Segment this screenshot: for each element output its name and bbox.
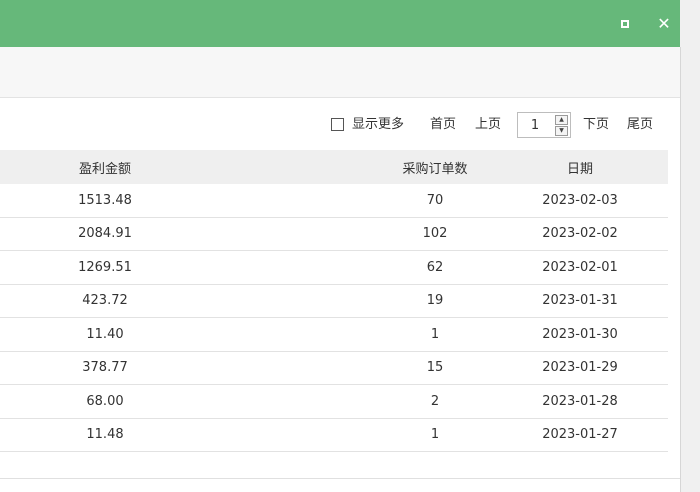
table-row[interactable]: 11.40 1 2023-01-30 xyxy=(0,318,668,352)
table-row[interactable]: 2084.91 102 2023-02-02 xyxy=(0,218,668,251)
orders-cell: 1 xyxy=(430,427,440,443)
column-header-date[interactable]: 日期 xyxy=(505,150,655,184)
spin-up-icon[interactable]: ▲ xyxy=(555,115,568,125)
orders-cell: 102 xyxy=(422,226,448,242)
orders-cell: 19 xyxy=(426,293,444,309)
maximize-button[interactable] xyxy=(617,16,633,32)
profit-cell: 11.48 xyxy=(86,427,124,443)
profit-cell: 423.72 xyxy=(82,293,128,309)
maximize-icon xyxy=(621,20,629,28)
table-row[interactable]: 11.48 1 2023-01-27 xyxy=(0,419,668,452)
window-edge xyxy=(680,0,700,492)
table-row[interactable]: 378.77 15 2023-01-29 xyxy=(0,352,668,385)
profit-cell: 1269.51 xyxy=(78,259,132,275)
table-row[interactable]: 68.00 2 2023-01-28 xyxy=(0,385,668,419)
edge-divider xyxy=(680,47,681,492)
date-cell: 2023-02-02 xyxy=(542,226,618,242)
profit-cell: 1513.48 xyxy=(78,192,132,208)
show-more-checkbox[interactable] xyxy=(331,118,344,131)
page-number-stepper: ▲ ▼ xyxy=(517,112,571,138)
first-page-button[interactable]: 首页 xyxy=(430,112,456,138)
column-header-orders[interactable]: 采购订单数 xyxy=(360,150,510,184)
column-header-profit[interactable]: 盈利金额 xyxy=(30,150,180,184)
close-button[interactable]: ✕ xyxy=(656,16,672,32)
orders-cell: 1 xyxy=(430,326,440,342)
date-cell: 2023-01-27 xyxy=(542,427,618,443)
app-window: ✕ 显示更多 首页 上页 ▲ ▼ 下页 尾页 盈利金额 采购订单数 日期 151… xyxy=(0,0,700,492)
profit-cell: 68.00 xyxy=(86,393,124,409)
show-more-label[interactable]: 显示更多 xyxy=(352,112,404,138)
profit-cell: 11.40 xyxy=(86,326,124,342)
date-cell: 2023-02-03 xyxy=(542,192,618,208)
date-cell: 2023-01-28 xyxy=(542,393,618,409)
data-table: 盈利金额 采购订单数 日期 1513.48 70 2023-02-03 2084.91… xyxy=(0,150,668,452)
orders-cell: 2 xyxy=(430,393,440,409)
next-page-button[interactable]: 下页 xyxy=(583,112,609,138)
table-row[interactable]: 1513.48 70 2023-02-03 xyxy=(0,184,668,218)
prev-page-button[interactable]: 上页 xyxy=(475,112,501,138)
date-cell: 2023-01-29 xyxy=(542,360,618,376)
page-number-input[interactable] xyxy=(518,113,552,137)
last-page-button[interactable]: 尾页 xyxy=(627,112,653,138)
toolbar-area xyxy=(0,47,680,98)
table-row[interactable]: 423.72 19 2023-01-31 xyxy=(0,285,668,318)
title-bar: ✕ xyxy=(0,0,680,47)
close-icon: ✕ xyxy=(657,14,671,33)
orders-cell: 70 xyxy=(426,192,444,208)
table-body: 1513.48 70 2023-02-03 2084.91 102 2023-02-02 1… xyxy=(0,184,668,452)
table-row[interactable]: 1269.51 62 2023-02-01 xyxy=(0,251,668,285)
orders-cell: 62 xyxy=(426,259,444,275)
profit-cell: 2084.91 xyxy=(78,226,132,242)
orders-cell: 15 xyxy=(426,360,444,376)
table-header: 盈利金额 采购订单数 日期 xyxy=(0,150,668,184)
date-cell: 2023-01-31 xyxy=(542,293,618,309)
spin-down-icon[interactable]: ▼ xyxy=(555,126,568,136)
profit-cell: 378.77 xyxy=(82,360,128,376)
pagination-bar: 显示更多 首页 上页 ▲ ▼ 下页 尾页 xyxy=(331,112,671,138)
date-cell: 2023-02-01 xyxy=(542,259,618,275)
bottom-divider xyxy=(0,478,680,479)
date-cell: 2023-01-30 xyxy=(542,326,618,342)
